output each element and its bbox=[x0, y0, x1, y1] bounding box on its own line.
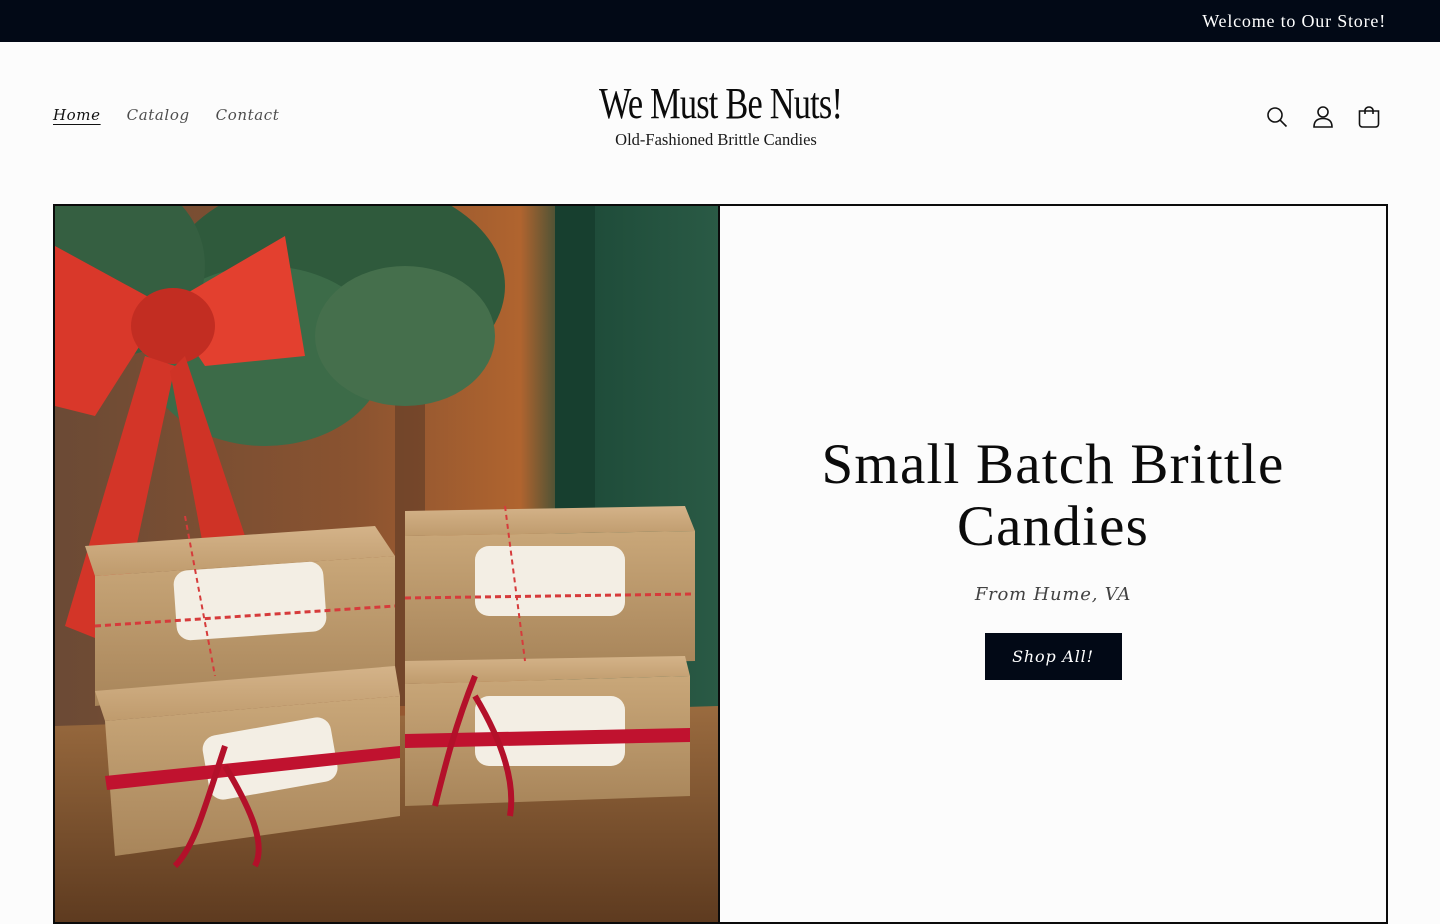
site-header: Home Catalog Contact We Must Be Nuts! Ol… bbox=[0, 42, 1440, 192]
announcement-bar: Welcome to Our Store! bbox=[0, 0, 1440, 42]
cart-icon[interactable] bbox=[1354, 102, 1384, 132]
search-icon[interactable] bbox=[1262, 102, 1292, 132]
hero-content: Small Batch Brittle Candies From Hume, V… bbox=[720, 206, 1386, 922]
shop-all-button[interactable]: Shop All! bbox=[984, 633, 1122, 680]
hero-subheading: From Hume, VA bbox=[974, 584, 1132, 605]
hero-banner: Small Batch Brittle Candies From Hume, V… bbox=[53, 204, 1388, 924]
site-logo[interactable]: We Must Be Nuts! Old-Fashioned Brittle C… bbox=[566, 80, 866, 150]
announcement-text: Welcome to Our Store! bbox=[1202, 10, 1386, 31]
main-nav: Home Catalog Contact bbox=[53, 106, 279, 124]
logo-tagline: Old-Fashioned Brittle Candies bbox=[615, 130, 817, 149]
logo-title: We Must Be Nuts! bbox=[599, 79, 843, 128]
account-icon[interactable] bbox=[1308, 102, 1338, 132]
nav-link-contact[interactable]: Contact bbox=[216, 106, 280, 124]
nav-link-catalog[interactable]: Catalog bbox=[127, 106, 190, 124]
nav-link-home[interactable]: Home bbox=[53, 106, 101, 124]
header-icons bbox=[1262, 102, 1384, 132]
hero-image bbox=[55, 206, 720, 922]
hero-heading: Small Batch Brittle Candies bbox=[821, 433, 1285, 558]
